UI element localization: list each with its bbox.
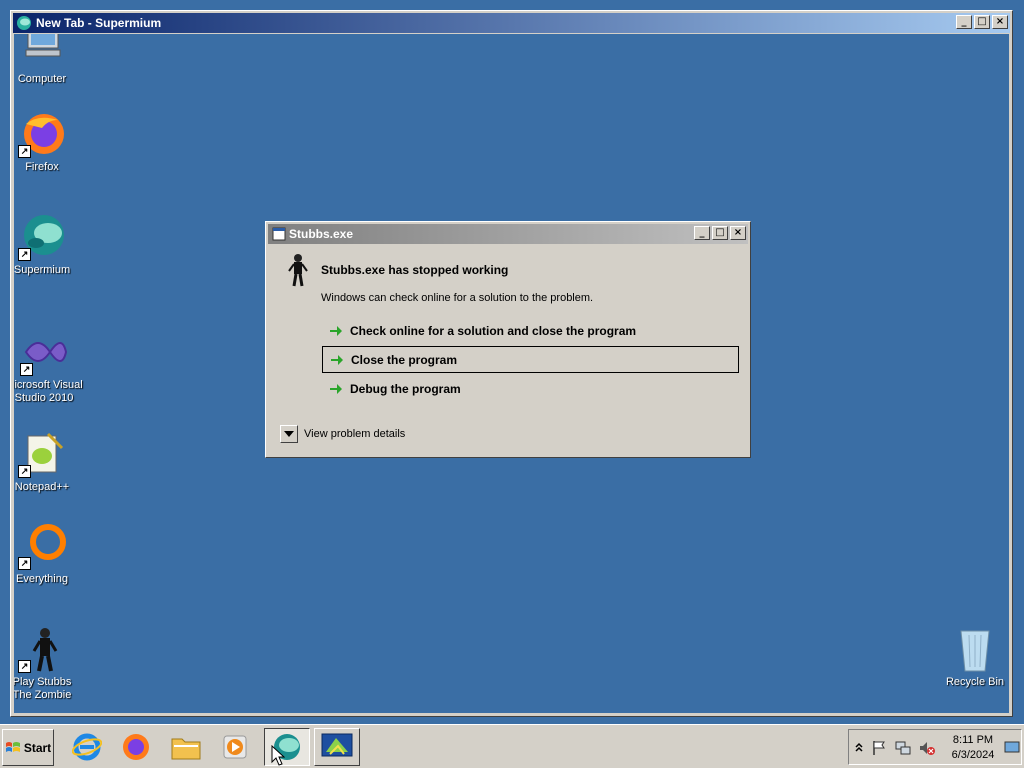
green-arrow-icon [330, 325, 342, 336]
details-label: View problem details [304, 428, 406, 440]
taskbar-pin-ie[interactable] [70, 730, 104, 764]
start-label: Start [23, 740, 52, 755]
clock[interactable]: 8:11 PM 6/3/2024 [945, 733, 1001, 763]
shortcut-arrow-icon: ↗ [18, 465, 31, 478]
taskbar-task-stubbs[interactable] [314, 728, 360, 766]
option-label: Close the program [351, 352, 458, 367]
option-label: Check online for a solution and close th… [350, 323, 637, 338]
shortcut-arrow-icon: ↗ [18, 660, 31, 673]
desktop-icon-computer[interactable]: Computer [14, 34, 80, 86]
error-dialog: Stubbs.exe _ □ × Stubbs.exe has stopped … [265, 221, 751, 458]
browser-title-bar[interactable]: New Tab - Supermium _ □ × [13, 13, 1010, 33]
desktop-icon-label: Play Stubbs The Zombie [14, 676, 72, 701]
system-tray: 8:11 PM 6/3/2024 [848, 729, 1022, 765]
desktop-icon-firefox[interactable]: ↗ Firefox [14, 110, 80, 174]
desktop-icon-label: Supermium [14, 264, 71, 276]
option-close-program[interactable]: Close the program [322, 346, 739, 373]
taskbar-pin-firefox[interactable] [119, 730, 153, 764]
maximize-button[interactable]: □ [974, 15, 990, 29]
internet-explorer-icon [72, 733, 102, 761]
network-icon[interactable] [895, 740, 911, 756]
volume-muted-icon[interactable] [919, 740, 935, 756]
supermium-icon: ↗ [18, 213, 66, 261]
clock-date: 6/3/2024 [951, 749, 995, 761]
notepadpp-icon: ↗ [18, 430, 66, 478]
option-check-online[interactable]: Check online for a solution and close th… [322, 317, 739, 344]
desktop-icon-visual-studio[interactable]: ↗ Microsoft Visual Studio 2010 [14, 328, 84, 405]
dialog-title-bar[interactable]: Stubbs.exe _ □ × [268, 224, 748, 244]
app-window-icon [272, 227, 286, 241]
shortcut-arrow-icon: ↗ [18, 145, 31, 158]
windows-logo-icon [5, 741, 20, 752]
desktop-icon-label: Firefox [25, 161, 59, 173]
option-debug-program[interactable]: Debug the program [322, 375, 739, 402]
start-button[interactable]: Start [2, 729, 54, 766]
stubbs-icon: ↗ [18, 625, 66, 673]
desktop-icon-stubbs[interactable]: ↗ Play Stubbs The Zombie [14, 625, 80, 702]
shortcut-arrow-icon: ↗ [18, 557, 31, 570]
stubbs-app-icon [288, 254, 308, 287]
browser-title: New Tab - Supermium [36, 16, 162, 30]
desktop-icon-label: Computer [17, 73, 67, 85]
media-player-icon [223, 735, 247, 759]
show-desktop-icon[interactable] [1004, 739, 1020, 755]
dialog-minimize-button[interactable]: _ [694, 226, 710, 240]
close-button[interactable]: × [992, 15, 1008, 29]
green-arrow-icon [331, 354, 343, 365]
desktop-icon-supermium[interactable]: ↗ Supermium [14, 213, 80, 277]
everything-icon: ↗ [18, 522, 66, 570]
computer-icon [18, 34, 66, 70]
firefox-icon: ↗ [18, 110, 66, 158]
desktop-icon-label: Notepad++ [14, 481, 70, 493]
clock-time: 8:11 PM [952, 734, 994, 746]
taskbar-pin-media-player[interactable] [218, 730, 252, 764]
chevron-down-icon [284, 431, 294, 437]
stubbs-task-icon [321, 733, 353, 757]
recycle-bin-icon [951, 625, 999, 673]
mouse-cursor-icon [271, 745, 285, 766]
desktop-icon-notepadpp[interactable]: ↗ Notepad++ [14, 430, 80, 494]
dialog-maximize-button[interactable]: □ [712, 226, 728, 240]
taskbar: Start 8:11 PM 6/3/2024 [0, 724, 1024, 768]
dialog-close-button[interactable]: × [730, 226, 746, 240]
view-details-toggle[interactable]: View problem details [280, 425, 405, 443]
action-center-flag-icon[interactable] [871, 740, 887, 756]
supermium-icon [17, 16, 31, 30]
desktop-icon-everything[interactable]: ↗ Everything [14, 522, 80, 586]
shortcut-arrow-icon: ↗ [18, 248, 31, 261]
option-label: Debug the program [350, 381, 461, 396]
visual-studio-icon: ↗ [20, 328, 68, 376]
expand-details-button[interactable] [280, 425, 298, 443]
taskbar-pin-explorer[interactable] [169, 730, 203, 764]
shortcut-arrow-icon: ↗ [20, 363, 33, 376]
desktop-icon-label: Everything [16, 573, 68, 585]
dialog-heading: Stubbs.exe has stopped working [321, 263, 509, 277]
dialog-title: Stubbs.exe [289, 227, 354, 241]
green-arrow-icon [330, 383, 342, 394]
dialog-message: Windows can check online for a solution … [321, 292, 594, 304]
explorer-folder-icon [171, 738, 201, 760]
firefox-icon [123, 734, 149, 760]
desktop-icon-label: Microsoft Visual Studio 2010 [14, 379, 83, 404]
desktop-icon-recycle-bin[interactable]: Recycle Bin [937, 625, 1009, 689]
show-hidden-icons-icon[interactable] [855, 742, 863, 752]
desktop-icon-label: Recycle Bin [945, 676, 1005, 688]
minimize-button[interactable]: _ [956, 15, 972, 29]
